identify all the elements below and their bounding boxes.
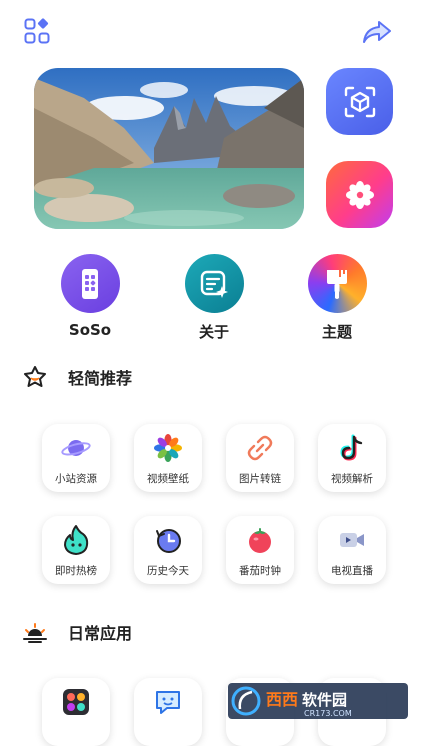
scan-cube-icon <box>344 86 375 117</box>
tile-label: 视频解析 <box>331 473 373 485</box>
star-face-icon <box>24 366 46 387</box>
tomato-icon <box>245 525 275 555</box>
about-label: 关于 <box>198 323 229 341</box>
history-clock-icon <box>153 525 183 555</box>
soso-button[interactable]: SoSo <box>45 254 135 339</box>
tile-label: 番茄时钟 <box>239 565 281 577</box>
tile-video-wallpaper[interactable]: 视频壁纸 <box>134 424 202 492</box>
watermark-logo: 西西 软件园 CR173.COM <box>228 683 408 719</box>
tile-history-today[interactable]: 历史今天 <box>134 516 202 584</box>
section-title-recommend: 轻简推荐 <box>68 369 133 388</box>
tile-image-link[interactable]: 图片转链 <box>226 424 294 492</box>
tile-label: 小站资源 <box>55 473 97 485</box>
about-button[interactable]: 关于 <box>169 254 259 342</box>
flame-icon <box>61 525 91 555</box>
note-sparkle-icon <box>184 254 244 313</box>
soso-label: SoSo <box>68 321 112 339</box>
tile-resources[interactable]: 小站资源 <box>42 424 110 492</box>
svg-text:CR173.COM: CR173.COM <box>304 709 352 718</box>
tile-daily-2[interactable] <box>134 678 202 746</box>
tile-hot-list[interactable]: 即时热榜 <box>42 516 110 584</box>
tile-label: 视频壁纸 <box>147 473 189 485</box>
grid-apps-icon <box>61 687 91 717</box>
phone-apps-icon <box>60 254 120 313</box>
tile-label: 电视直播 <box>331 565 373 577</box>
tile-label: 历史今天 <box>147 565 189 577</box>
scan-button[interactable] <box>326 68 393 135</box>
tile-tv-live[interactable]: 电视直播 <box>318 516 386 584</box>
flower-icon <box>345 180 374 209</box>
link-icon <box>245 433 275 463</box>
apps-grid-icon[interactable] <box>24 18 50 44</box>
tiktok-icon <box>337 433 367 463</box>
svg-text:西西: 西西 <box>266 690 298 709</box>
section-title-daily: 日常应用 <box>68 624 133 643</box>
tile-daily-1[interactable] <box>42 678 110 746</box>
section-header-recommend: 轻简推荐 <box>22 364 132 390</box>
flower-icon <box>153 433 183 463</box>
video-camera-icon <box>337 525 367 555</box>
theme-button[interactable]: 主题 <box>292 254 382 342</box>
tile-label: 即时热榜 <box>55 565 97 577</box>
tile-pomodoro[interactable]: 番茄时钟 <box>226 516 294 584</box>
paint-brush-icon <box>307 254 367 313</box>
svg-text:软件园: 软件园 <box>302 691 347 709</box>
tile-label: 图片转链 <box>239 473 281 485</box>
hero-banner-image[interactable] <box>34 68 304 229</box>
chat-bubble-icon <box>153 687 183 717</box>
planet-icon <box>61 433 91 463</box>
tile-video-parse[interactable]: 视频解析 <box>318 424 386 492</box>
theme-label: 主题 <box>321 323 352 341</box>
sunrise-icon <box>23 623 47 643</box>
gallery-button[interactable] <box>326 161 393 228</box>
share-icon[interactable] <box>362 20 392 44</box>
section-header-daily: 日常应用 <box>22 619 132 645</box>
